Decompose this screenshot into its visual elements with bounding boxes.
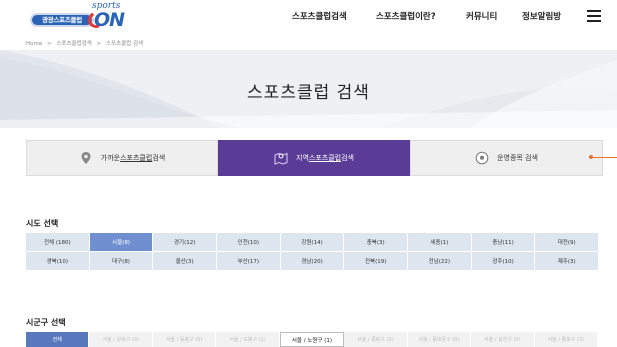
tab-nearby-label-underlined: 스포츠클럽 (120, 154, 153, 162)
tab-nearby-search[interactable]: 가까운 스포츠클럽 검색 (26, 140, 218, 176)
nav-community[interactable]: 커뮤니티 (466, 10, 497, 24)
search-mode-tabs: 가까운 스포츠클럽 검색 지역 스포츠클럽 검색 운영종목 검색 (26, 140, 603, 176)
breadcrumb-club-search[interactable]: 스포츠클럽검색 (56, 41, 91, 47)
title-banner: 스포츠클럽 검색 (0, 50, 617, 128)
site-logo[interactable]: 광광스포츠클럽 sports ON (30, 1, 132, 32)
side-marker-line (593, 157, 617, 158)
sido-option[interactable]: 전체 (180) (26, 233, 90, 252)
logo-on-text: ON (94, 9, 125, 31)
sigungu-section-title: 시군구 선택 (26, 318, 66, 327)
sigungu-option-selected[interactable]: 서울 / 노원구 (1) (279, 332, 345, 347)
tab-region-label-underlined: 스포츠클럽 (308, 154, 342, 162)
site-header: 광광스포츠클럽 sports ON 스포츠클럽검색 스포츠클럽이란? 커뮤니티 … (0, 0, 617, 34)
hamburger-menu-icon[interactable] (587, 10, 601, 22)
tab-sport-search[interactable]: 운영종목 검색 (410, 140, 603, 176)
breadcrumb: Home > 스포츠클럽검색 > 스포츠클럽 검색 (26, 39, 146, 47)
sido-option[interactable]: 전남(22) (408, 252, 472, 271)
breadcrumb-home[interactable]: Home (26, 41, 42, 47)
sigungu-row: 전체 서울 / 강북구 (0) 서울 / 동봉구 (0) 서울 / 도봉구 (1… (26, 332, 598, 347)
sido-option[interactable]: 전북(19) (344, 252, 409, 271)
tab-region-label-suffix: 검색 (341, 154, 354, 162)
sido-option[interactable]: 인천(10) (217, 233, 281, 252)
logo-pill: 광광스포츠클럽 (30, 13, 94, 27)
location-pin-icon (79, 151, 93, 165)
tab-region-search[interactable]: 지역 스포츠클럽 검색 (218, 140, 410, 176)
sido-row-2: 경북(10) 대구(8) 울산(3) 부산(17) 경남(20) 전북(19) … (26, 252, 599, 271)
sido-option[interactable]: 제주(3) (535, 252, 599, 271)
page-title: 스포츠클럽 검색 (247, 83, 370, 103)
sido-option-selected[interactable]: 서울(8) (89, 233, 154, 252)
sido-row-1: 전체 (180) 서울(8) 경기(12) 인천(10) 강원(14) 충북(3… (26, 233, 599, 252)
nav-info-notice[interactable]: 정보알림방 (522, 10, 561, 24)
tab-sport-label-suffix: 운영종목 검색 (497, 154, 538, 162)
sido-option[interactable]: 부산(17) (217, 252, 281, 271)
sido-option[interactable]: 경기(12) (153, 233, 218, 252)
tab-nearby-label-prefix: 가까운 (100, 154, 121, 162)
page: 광광스포츠클럽 sports ON 스포츠클럽검색 스포츠클럽이란? 커뮤니티 … (0, 0, 617, 347)
sigungu-option-all[interactable]: 전체 (26, 332, 90, 347)
soccer-ball-icon (475, 151, 489, 165)
sigungu-option[interactable]: 서울 / 광진구 (0) (471, 332, 535, 347)
tab-region-label-prefix: 지역 (296, 154, 309, 162)
sigungu-option[interactable]: 서울 / 도봉구 (1) (216, 332, 280, 347)
sigungu-option[interactable]: 서울 / 중랑구 (0) (344, 332, 408, 347)
map-icon (274, 151, 288, 165)
sido-option[interactable]: 대전(9) (535, 233, 599, 252)
sido-option[interactable]: 경북(10) (26, 252, 90, 271)
sigungu-option[interactable]: 서울 / 강북구 (0) (89, 332, 153, 347)
breadcrumb-current: 스포츠클럽 검색 (105, 41, 144, 47)
breadcrumb-separator: > (96, 41, 102, 47)
sido-option[interactable]: 충북(3) (344, 233, 409, 252)
sigungu-option[interactable]: 서울 / 종로구 (0) (534, 332, 598, 347)
sido-section-title: 시도 선택 (26, 219, 59, 228)
sigungu-option[interactable]: 서울 / 동봉구 (0) (152, 332, 217, 347)
sido-option[interactable]: 충남(11) (471, 233, 536, 252)
sido-option[interactable]: 경남(20) (280, 252, 345, 271)
sido-option[interactable]: 강원(14) (280, 233, 345, 252)
sigungu-option[interactable]: 서울 / 동대문구 (0) (407, 332, 472, 347)
sido-grid: 전체 (180) 서울(8) 경기(12) 인천(10) 강원(14) 충북(3… (26, 233, 599, 271)
sido-option[interactable]: 광주(10) (471, 252, 536, 271)
breadcrumb-separator: > (47, 41, 52, 47)
sido-option[interactable]: 대구(8) (89, 252, 154, 271)
nav-about-club[interactable]: 스포츠클럽이란? (376, 10, 436, 24)
tab-nearby-label-suffix: 검색 (152, 154, 166, 162)
nav-club-search[interactable]: 스포츠클럽검색 (292, 10, 347, 24)
sido-option[interactable]: 세종(1) (408, 233, 472, 252)
sido-option[interactable]: 울산(3) (153, 252, 218, 271)
